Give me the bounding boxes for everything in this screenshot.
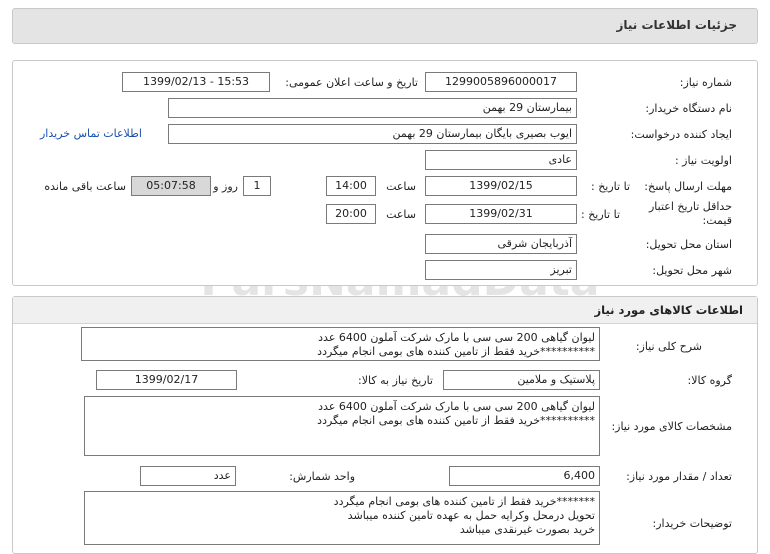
quantity-field[interactable]: 6,400 [449, 466, 600, 486]
remaining-days-field[interactable]: 1 [243, 176, 271, 196]
buyer-notes-line-3: خرید بصورت غیرنقدی میباشد [459, 523, 595, 536]
deadline-time-label: ساعت [386, 180, 416, 193]
need-info-panel [12, 60, 758, 286]
unit-label: واحد شمارش: [289, 470, 355, 483]
deadline-label: مهلت ارسال پاسخ: [644, 180, 732, 193]
page-title: جزئیات اطلاعات نیاز [616, 18, 737, 32]
need-number-field[interactable]: 1299005896000017 [425, 72, 577, 92]
city-label: شهر محل تحویل: [652, 264, 732, 277]
specs-line-2: **********خرید فقط از تامین کننده های بو… [317, 414, 595, 427]
buyer-label: نام دستگاه خریدار: [645, 102, 732, 115]
announce-label: تاریخ و ساعت اعلان عمومی: [285, 76, 418, 89]
description-line-1: لیوان گیاهی 200 سی سی با مارک شرکت آملون… [318, 331, 595, 344]
remaining-label: ساعت باقی مانده [44, 180, 126, 193]
description-line-2: **********خرید فقط از تامین کننده های بو… [317, 345, 595, 358]
buyer-notes-line-1: *******خرید فقط از تامین کننده های بومی … [333, 495, 595, 508]
buyer-notes-line-2: تحویل درمحل وکرایه حمل به عهده تامین کنن… [347, 509, 595, 522]
province-field[interactable]: آذربایجان شرقی [425, 234, 577, 254]
specs-label: مشخصات کالای مورد نیاز: [611, 420, 732, 433]
announce-field[interactable]: 1399/02/13 - 15:53 [122, 72, 270, 92]
description-label: شرح کلی نیاز: [635, 340, 702, 353]
buyer-notes-box[interactable]: *******خرید فقط از تامین کننده های بومی … [84, 491, 600, 545]
goods-group-label: گروه کالا: [687, 374, 732, 387]
priority-field[interactable]: عادی [425, 150, 577, 170]
priority-label: اولویت نیاز : [674, 154, 732, 167]
validity-to-label: تا تاریخ : [581, 208, 620, 221]
goods-section-title: اطلاعات کالاهای مورد نیاز [594, 303, 743, 317]
buyer-field[interactable]: بیمارستان 29 بهمن [168, 98, 577, 118]
buyer-contact-link[interactable]: اطلاعات تماس خریدار [40, 127, 142, 140]
unit-field[interactable]: عدد [140, 466, 236, 486]
validity-label-line2: قیمت: [702, 214, 732, 227]
need-date-field[interactable]: 1399/02/17 [96, 370, 237, 390]
creator-label: ایجاد کننده درخواست: [630, 128, 732, 141]
validity-time-label: ساعت [386, 208, 416, 221]
deadline-date-field[interactable]: 1399/02/15 [425, 176, 577, 196]
page-header: جزئیات اطلاعات نیاز [12, 8, 758, 44]
specs-box[interactable]: لیوان گیاهی 200 سی سی با مارک شرکت آملون… [84, 396, 600, 456]
remaining-time-field: 05:07:58 [131, 176, 211, 196]
province-label: استان محل تحویل: [645, 238, 732, 251]
days-label: روز و [213, 180, 238, 193]
creator-field[interactable]: ایوب بصیری بایگان بیمارستان 29 بهمن [168, 124, 577, 144]
need-number-label: شماره نیاز: [679, 76, 732, 89]
goods-group-field[interactable]: پلاستیک و ملامین [443, 370, 600, 390]
need-date-label: تاریخ نیاز به کالا: [358, 374, 433, 387]
city-field[interactable]: تبریز [425, 260, 577, 280]
description-box[interactable]: لیوان گیاهی 200 سی سی با مارک شرکت آملون… [81, 327, 600, 361]
deadline-time-field[interactable]: 14:00 [326, 176, 376, 196]
quantity-label: تعداد / مقدار مورد نیاز: [626, 470, 732, 483]
validity-label-line1: حداقل تاریخ اعتبار [648, 200, 732, 213]
deadline-to-label: تا تاریخ : [591, 180, 630, 193]
goods-section-header: اطلاعات کالاهای مورد نیاز [13, 297, 757, 324]
specs-line-1: لیوان گیاهی 200 سی سی با مارک شرکت آملون… [318, 400, 595, 413]
validity-time-field[interactable]: 20:00 [326, 204, 376, 224]
buyer-notes-label: توضیحات خریدار: [652, 517, 733, 530]
validity-date-field[interactable]: 1399/02/31 [425, 204, 577, 224]
